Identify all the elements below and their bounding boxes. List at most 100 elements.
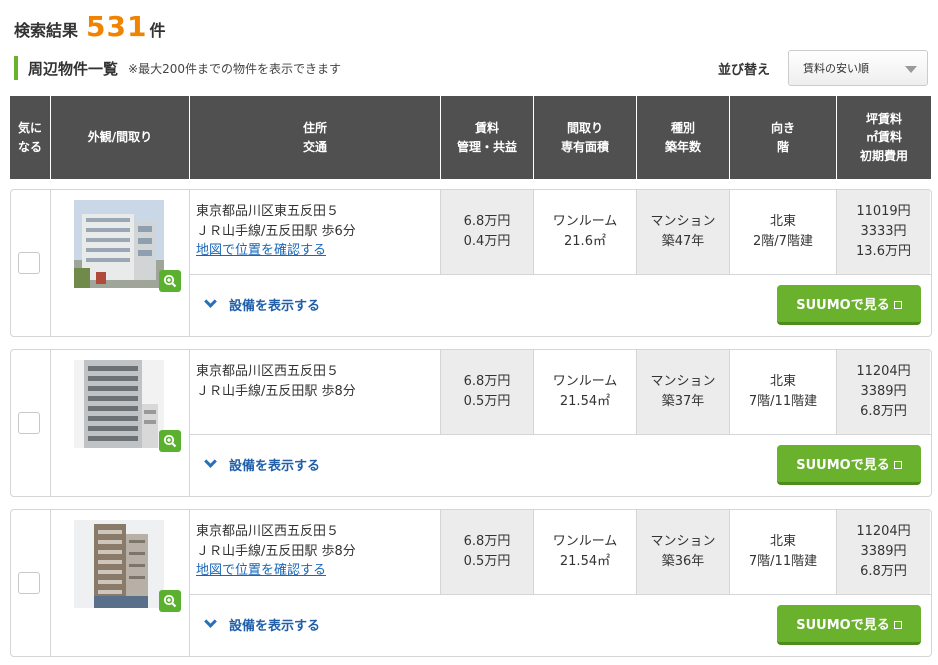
- sqm-rent-value: 3389円: [860, 383, 907, 399]
- table-header: 気に なる 外観/間取り 住所 交通 賃料 管理・共益 間取り 専有面積 種別 …: [10, 96, 931, 179]
- area-value: 21.6㎡: [564, 234, 606, 249]
- listing-info-row: 東京都品川区西五反田５ ＪＲ山手線/五反田駅 歩8分 6.8万円 0.5万円 ワ…: [190, 350, 931, 435]
- listing-action-row: 設備を表示する SUUMOで見る: [190, 435, 931, 496]
- image-cell: [51, 190, 190, 336]
- transit-text: ＪＲ山手線/五反田駅 歩8分: [196, 383, 356, 399]
- listing-card: 東京都品川区西五反田５ ＪＲ山手線/五反田駅 歩8分 6.8万円 0.5万円 ワ…: [10, 349, 932, 497]
- type-value: マンション: [650, 533, 716, 549]
- dropdown-arrow-icon: [905, 66, 917, 73]
- suumo-button-label: SUUMOで見る: [796, 458, 890, 473]
- header-unit-price-initial-cost: 坪賃料 ㎡賃料 初期費用: [837, 96, 931, 179]
- image-cell: [51, 350, 190, 496]
- sort-label: 並び替え: [718, 63, 771, 78]
- fee-value: 0.4万円: [463, 234, 511, 249]
- show-equipment-toggle[interactable]: 設備を表示する: [204, 295, 321, 314]
- suumo-button-label: SUUMOで見る: [796, 618, 890, 633]
- layout-value: ワンルーム: [552, 373, 618, 389]
- direction-cell: 北東 7階/11階建: [730, 510, 837, 594]
- suumo-view-button[interactable]: SUUMOで見る: [777, 605, 921, 645]
- price-cell: 11204円 3389円 6.8万円: [837, 510, 930, 594]
- header-exterior-layout: 外観/間取り: [51, 96, 190, 179]
- floor-value: 7階/11階建: [748, 554, 818, 569]
- chevron-down-icon: [204, 615, 217, 628]
- section-title: 周辺物件一覧: [28, 59, 119, 78]
- chevron-down-icon: [204, 455, 217, 468]
- area-value: 21.54㎡: [559, 554, 611, 569]
- header-address-transit: 住所 交通: [190, 96, 441, 179]
- result-count-heading: 検索結果 531 件: [14, 10, 165, 46]
- address-text: 東京都品川区西五反田５: [196, 364, 340, 379]
- address-cell: 東京都品川区東五反田５ ＪＲ山手線/五反田駅 歩6分 地図で位置を確認する: [190, 190, 441, 274]
- tsubo-rent-value: 11204円: [856, 363, 911, 379]
- favorite-checkbox[interactable]: [18, 572, 40, 594]
- header-type-age: 種別 築年数: [637, 96, 730, 179]
- listing-action-row: 設備を表示する SUUMOで見る: [190, 595, 931, 656]
- sqm-rent-value: 3389円: [860, 543, 907, 559]
- zoom-button[interactable]: [159, 430, 181, 452]
- area-value: 21.54㎡: [559, 394, 611, 409]
- price-cell: 11019円 3333円 13.6万円: [837, 190, 930, 274]
- equipment-label: 設備を表示する: [229, 299, 321, 314]
- header-direction-floor: 向き 階: [730, 96, 837, 179]
- result-label: 検索結果: [14, 21, 79, 40]
- favorite-cell: [11, 350, 51, 496]
- show-equipment-toggle[interactable]: 設備を表示する: [204, 455, 321, 474]
- favorite-checkbox[interactable]: [18, 252, 40, 274]
- building-photo[interactable]: [74, 360, 164, 448]
- floor-value: 7階/11階建: [748, 394, 818, 409]
- result-unit: 件: [149, 21, 166, 40]
- show-equipment-toggle[interactable]: 設備を表示する: [204, 615, 321, 634]
- zoom-button[interactable]: [159, 590, 181, 612]
- equipment-label: 設備を表示する: [229, 459, 321, 474]
- map-link[interactable]: 地図で位置を確認する: [196, 563, 326, 578]
- equipment-label: 設備を表示する: [229, 619, 321, 634]
- chevron-down-icon: [204, 295, 217, 308]
- external-link-icon: [893, 301, 902, 309]
- address-text: 東京都品川区西五反田５: [196, 524, 340, 539]
- age-value: 築37年: [661, 394, 705, 409]
- favorite-checkbox[interactable]: [18, 412, 40, 434]
- address-cell: 東京都品川区西五反田５ ＪＲ山手線/五反田駅 歩8分: [190, 350, 441, 434]
- type-cell: マンション 築37年: [637, 350, 730, 434]
- direction-value: 北東: [769, 373, 796, 389]
- rent-value: 6.8万円: [463, 373, 511, 389]
- suumo-view-button[interactable]: SUUMOで見る: [777, 285, 921, 325]
- suumo-view-button[interactable]: SUUMOで見る: [777, 445, 921, 485]
- favorite-cell: [11, 190, 51, 336]
- type-value: マンション: [650, 213, 716, 229]
- external-link-icon: [893, 461, 902, 469]
- rent-value: 6.8万円: [463, 213, 511, 229]
- listing-card: 東京都品川区西五反田５ ＪＲ山手線/五反田駅 歩8分 地図で位置を確認する 6.…: [10, 509, 932, 657]
- direction-value: 北東: [769, 533, 796, 549]
- layout-cell: ワンルーム 21.6㎡: [534, 190, 637, 274]
- sort-selected-value: 賃料の安い順: [803, 62, 869, 75]
- layout-cell: ワンルーム 21.54㎡: [534, 350, 637, 434]
- zoom-button[interactable]: [159, 270, 181, 292]
- tsubo-rent-value: 11019円: [856, 203, 911, 219]
- listing-info-row: 東京都品川区西五反田５ ＪＲ山手線/五反田駅 歩8分 地図で位置を確認する 6.…: [190, 510, 931, 595]
- initial-cost-value: 6.8万円: [860, 564, 907, 580]
- building-photo[interactable]: [74, 200, 164, 288]
- favorite-cell: [11, 510, 51, 656]
- listing-info-row: 東京都品川区東五反田５ ＪＲ山手線/五反田駅 歩6分 地図で位置を確認する 6.…: [190, 190, 931, 275]
- age-value: 築47年: [661, 234, 705, 249]
- zoom-in-icon: [163, 434, 177, 448]
- layout-cell: ワンルーム 21.54㎡: [534, 510, 637, 594]
- image-cell: [51, 510, 190, 656]
- rent-value: 6.8万円: [463, 533, 511, 549]
- type-cell: マンション 築36年: [637, 510, 730, 594]
- section-heading: 周辺物件一覧 ※最大200件までの物件を表示できます: [14, 56, 341, 80]
- building-photo[interactable]: [74, 520, 164, 608]
- listing-action-row: 設備を表示する SUUMOで見る: [190, 275, 931, 336]
- map-link[interactable]: 地図で位置を確認する: [196, 243, 326, 258]
- initial-cost-value: 6.8万円: [860, 404, 907, 420]
- sort-select[interactable]: 賃料の安い順: [788, 50, 928, 86]
- type-cell: マンション 築47年: [637, 190, 730, 274]
- direction-cell: 北東 7階/11階建: [730, 350, 837, 434]
- suumo-button-label: SUUMOで見る: [796, 298, 890, 313]
- zoom-in-icon: [163, 274, 177, 288]
- layout-value: ワンルーム: [552, 533, 618, 549]
- address-text: 東京都品川区東五反田５: [196, 204, 340, 219]
- address-cell: 東京都品川区西五反田５ ＪＲ山手線/五反田駅 歩8分 地図で位置を確認する: [190, 510, 441, 594]
- result-count: 531: [86, 10, 148, 43]
